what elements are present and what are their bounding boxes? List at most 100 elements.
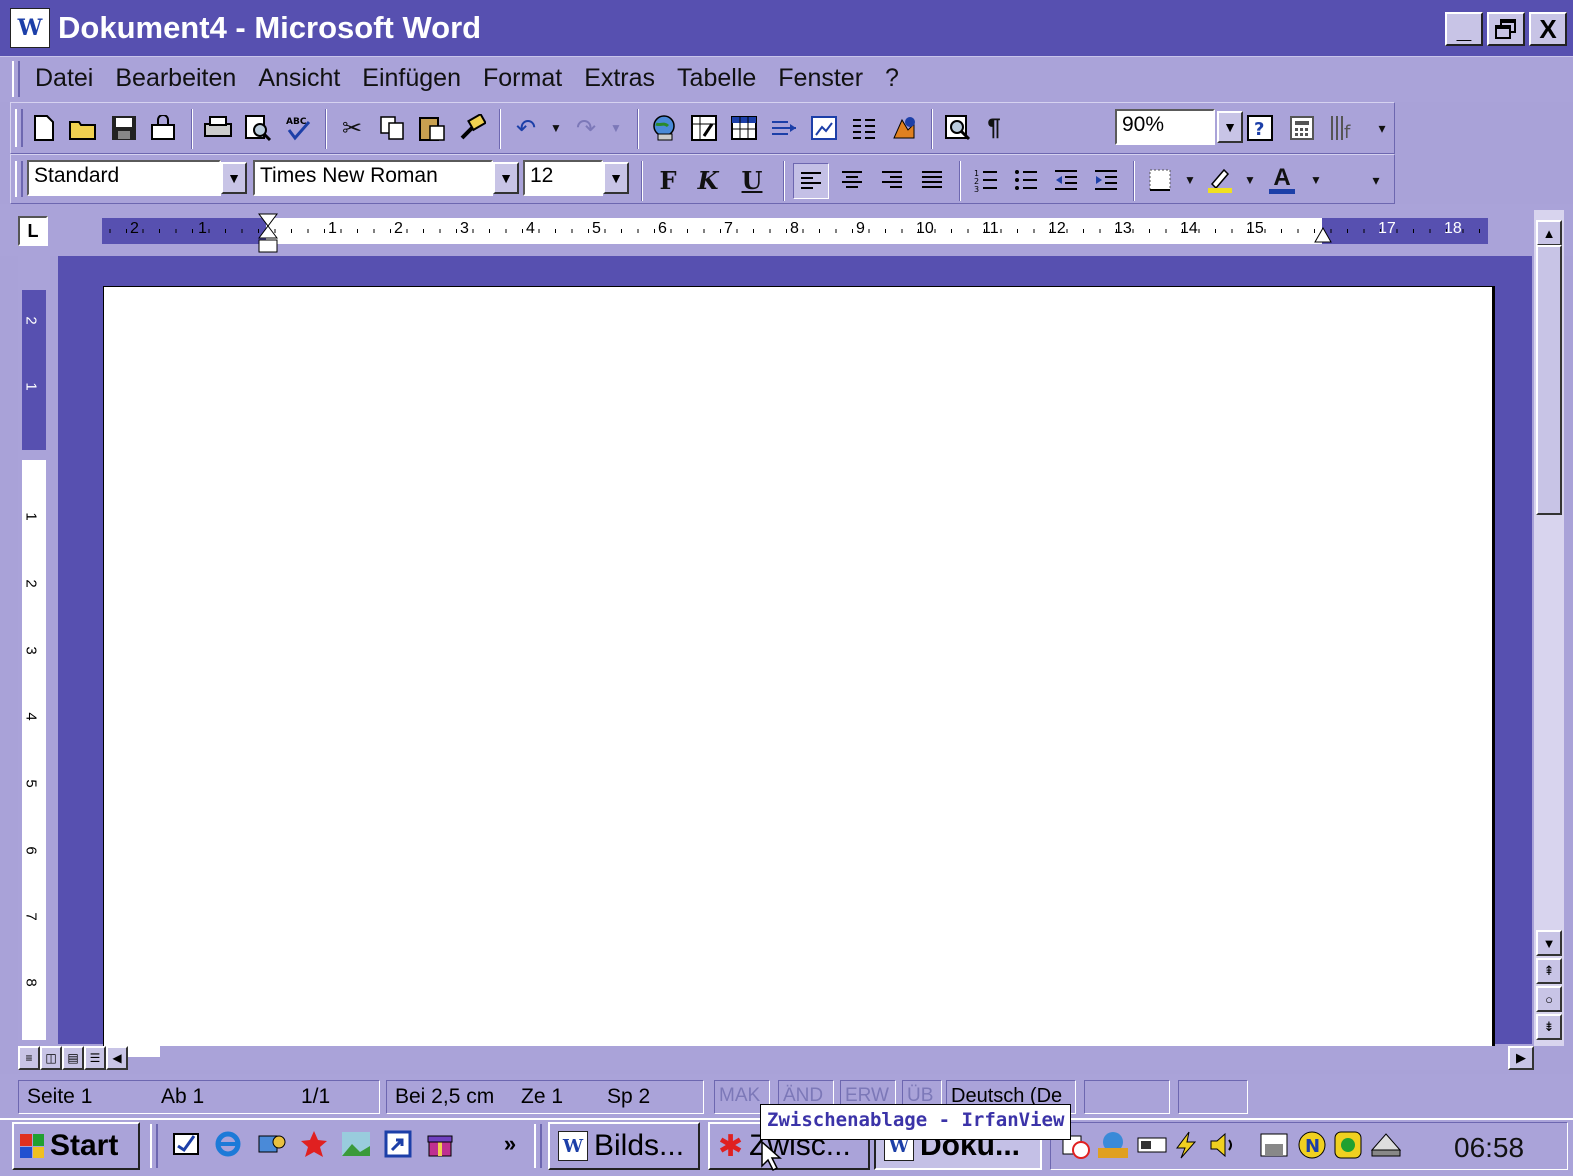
quick-launch-chevron[interactable]: »: [494, 1128, 526, 1160]
right-indent-marker-icon[interactable]: [1313, 226, 1333, 244]
italic-button[interactable]: K: [691, 163, 725, 197]
open-folder-icon[interactable]: [67, 111, 101, 145]
irfanview-quick-icon[interactable]: [298, 1128, 330, 1160]
undo-icon[interactable]: ↶: [509, 111, 543, 145]
toolbar-grip[interactable]: [15, 109, 23, 147]
previous-page-button[interactable]: ⇞: [1536, 958, 1562, 984]
outline-view-button[interactable]: ☰: [84, 1046, 106, 1070]
redo-icon[interactable]: ↷: [569, 111, 603, 145]
decrease-indent-icon[interactable]: [1049, 163, 1083, 197]
show-formatting-icon[interactable]: ¶: [977, 111, 1011, 145]
scroll-up-button[interactable]: ▲: [1536, 220, 1562, 246]
highlight-icon[interactable]: [1203, 163, 1237, 197]
scroll-left-button[interactable]: ◀: [106, 1046, 128, 1070]
insert-table-icon[interactable]: [727, 111, 761, 145]
menu-fenster[interactable]: Fenster: [778, 64, 863, 93]
toolbar-grip[interactable]: [15, 161, 23, 197]
font-color-dropdown-icon[interactable]: ▼: [1299, 163, 1333, 197]
font-dropdown-button[interactable]: ▼: [493, 162, 519, 194]
next-page-button[interactable]: ⇟: [1536, 1014, 1562, 1040]
document-page[interactable]: [103, 286, 1495, 1057]
normal-view-button[interactable]: ≡: [18, 1046, 40, 1070]
toolbar-options-icon[interactable]: ▾: [1359, 163, 1393, 197]
zoom-combo[interactable]: 90%: [1115, 109, 1215, 145]
font-size-combo[interactable]: 12: [523, 160, 603, 196]
web-layout-button[interactable]: ◫: [40, 1046, 62, 1070]
antivirus-tray-icon[interactable]: [1332, 1128, 1364, 1162]
bullets-icon[interactable]: [1009, 163, 1043, 197]
borders-dropdown-icon[interactable]: ▼: [1173, 163, 1207, 197]
menu-format[interactable]: Format: [483, 64, 562, 93]
redo-dropdown-icon[interactable]: ▼: [599, 111, 633, 145]
borders-icon[interactable]: [1143, 163, 1177, 197]
disk-tray-icon[interactable]: [1258, 1128, 1290, 1162]
copy-icon[interactable]: [375, 111, 409, 145]
title-bar[interactable]: W Dokument4 - Microsoft Word _ X: [0, 0, 1573, 56]
align-right-icon[interactable]: [875, 163, 909, 197]
style-combo[interactable]: Standard: [27, 160, 221, 196]
menu-bearbeiten[interactable]: Bearbeiten: [115, 64, 236, 93]
restore-button[interactable]: [1487, 12, 1525, 46]
permission-icon[interactable]: [147, 111, 181, 145]
format-painter-icon[interactable]: [455, 111, 489, 145]
font-size-dropdown-button[interactable]: ▼: [603, 162, 629, 194]
start-button[interactable]: Start: [12, 1122, 140, 1170]
word-app-icon[interactable]: W: [10, 8, 50, 48]
menu-tabelle[interactable]: Tabelle: [677, 64, 756, 93]
indent-marker-icon[interactable]: [257, 212, 279, 254]
show-desktop-icon[interactable]: [170, 1128, 202, 1160]
horizontal-scrollbar[interactable]: [160, 1046, 1530, 1070]
close-button[interactable]: X: [1529, 12, 1567, 46]
cut-icon[interactable]: ✂: [335, 111, 369, 145]
landscape-icon[interactable]: [340, 1128, 372, 1160]
align-center-icon[interactable]: [835, 163, 869, 197]
save-icon[interactable]: [107, 111, 141, 145]
increase-indent-icon[interactable]: [1089, 163, 1123, 197]
menu-help[interactable]: ?: [885, 64, 899, 93]
font-color-icon[interactable]: A: [1265, 163, 1299, 197]
browse-object-button[interactable]: ○: [1536, 986, 1562, 1012]
shortcut-icon[interactable]: [382, 1128, 414, 1160]
new-document-icon[interactable]: [27, 111, 61, 145]
help-icon[interactable]: ?: [1243, 111, 1277, 145]
card-tray-icon[interactable]: [1136, 1128, 1168, 1162]
network-tray-icon[interactable]: [1096, 1128, 1128, 1162]
numbering-icon[interactable]: 123: [969, 163, 1003, 197]
paste-icon[interactable]: [415, 111, 449, 145]
scroll-right-button[interactable]: ▶: [1508, 1046, 1534, 1070]
tab-selector-button[interactable]: L: [18, 216, 48, 246]
menu-einfuegen[interactable]: Einfügen: [362, 64, 461, 93]
task-bildschirm[interactable]: W Bilds...: [548, 1122, 700, 1170]
justify-icon[interactable]: [915, 163, 949, 197]
drawing-icon[interactable]: [847, 111, 881, 145]
vertical-ruler[interactable]: [22, 460, 46, 1040]
font-combo[interactable]: Times New Roman: [253, 160, 493, 196]
zoom-dropdown-button[interactable]: ▼: [1217, 111, 1243, 143]
print-layout-button[interactable]: ▤: [62, 1046, 84, 1070]
spreadsheet-icon[interactable]: f: [1325, 111, 1359, 145]
scanner-tray-icon[interactable]: [1370, 1128, 1402, 1162]
columns-icon[interactable]: [807, 111, 841, 145]
print-icon[interactable]: [201, 111, 235, 145]
toolbar-options-icon[interactable]: ▾: [1365, 111, 1399, 145]
highlight-dropdown-icon[interactable]: ▼: [1233, 163, 1267, 197]
spellcheck-icon[interactable]: ABC: [281, 111, 315, 145]
hyperlink-globe-icon[interactable]: [647, 111, 681, 145]
vertical-scroll-thumb[interactable]: [1536, 245, 1562, 515]
volume-tray-icon[interactable]: [1206, 1128, 1238, 1162]
calculator-icon[interactable]: [1285, 111, 1319, 145]
insert-excel-icon[interactable]: [767, 111, 801, 145]
norton-tray-icon[interactable]: N: [1296, 1128, 1328, 1162]
underline-button[interactable]: U: [735, 163, 769, 197]
menu-ansicht[interactable]: Ansicht: [258, 64, 340, 93]
menu-grip[interactable]: [12, 61, 20, 97]
style-dropdown-button[interactable]: ▼: [221, 162, 247, 194]
undo-dropdown-icon[interactable]: ▼: [539, 111, 573, 145]
align-left-icon[interactable]: [793, 163, 829, 199]
minimize-button[interactable]: _: [1445, 12, 1483, 46]
clock[interactable]: 06:58: [1454, 1132, 1524, 1164]
print-preview-icon[interactable]: [241, 111, 275, 145]
bold-button[interactable]: F: [651, 163, 685, 197]
scroll-down-button[interactable]: ▼: [1536, 930, 1562, 956]
zoom-icon[interactable]: [941, 111, 975, 145]
